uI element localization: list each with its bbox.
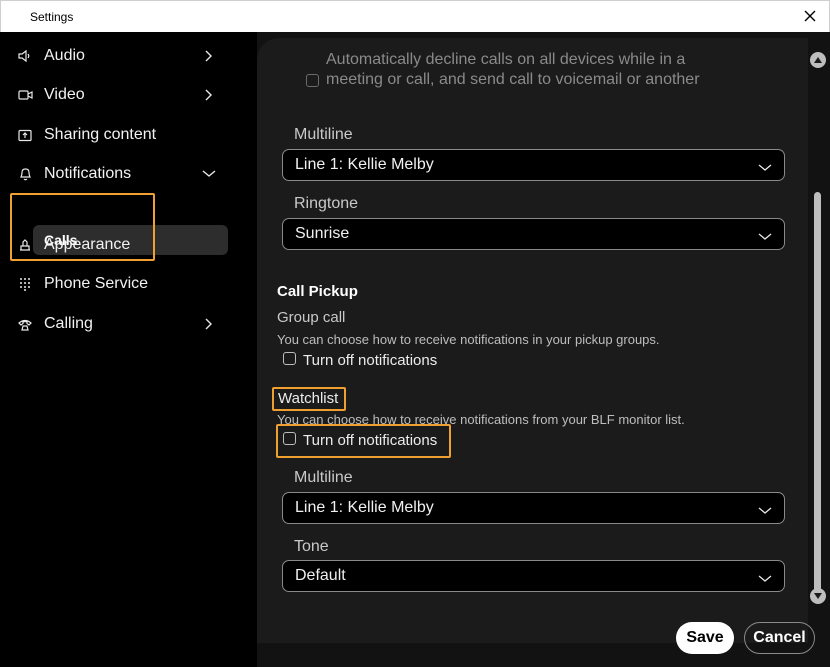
scroll-up-icon[interactable] bbox=[810, 52, 826, 68]
sidebar-item-label: Phone Service bbox=[44, 275, 149, 292]
watchlist-label: Watchlist bbox=[278, 390, 339, 407]
watchlist-multiline-select[interactable]: Line 1: Kellie Melby bbox=[282, 492, 785, 524]
title-bar: Settings bbox=[0, 0, 830, 32]
content-area: Automatically decline calls on all devic… bbox=[257, 32, 830, 667]
sidebar-item-label: Audio bbox=[44, 47, 85, 64]
sidebar-item-video[interactable]: Video bbox=[12, 78, 228, 112]
ringtone-select[interactable]: Sunrise bbox=[282, 218, 785, 250]
group-call-checkbox[interactable] bbox=[283, 352, 296, 365]
watchlist-description: You can choose how to receive notificati… bbox=[277, 412, 685, 427]
chevron-right-icon bbox=[202, 88, 216, 102]
tone-select-value: Default bbox=[295, 567, 346, 584]
chevron-down-icon bbox=[758, 570, 772, 584]
appearance-icon bbox=[17, 237, 33, 253]
sidebar: Audio Video Sharing content Notification… bbox=[0, 32, 257, 667]
scrollbar-thumb[interactable] bbox=[814, 192, 821, 595]
window-title: Settings bbox=[30, 10, 74, 24]
dialpad-icon bbox=[17, 276, 33, 292]
tone-label: Tone bbox=[294, 538, 329, 555]
sidebar-item-label: Appearance bbox=[44, 236, 131, 253]
sidebar-item-audio[interactable]: Audio bbox=[12, 39, 228, 73]
share-screen-icon bbox=[17, 127, 33, 143]
auto-decline-text-line2: meeting or call, and send call to voicem… bbox=[326, 71, 700, 88]
sidebar-item-sharing-content[interactable]: Sharing content bbox=[12, 118, 228, 152]
sidebar-item-label: Calling bbox=[44, 315, 93, 332]
sidebar-item-notifications[interactable]: Notifications bbox=[12, 157, 228, 191]
watchlist-checkbox[interactable] bbox=[283, 432, 296, 445]
sidebar-item-appearance[interactable]: Appearance bbox=[12, 228, 228, 262]
group-call-description: You can choose how to receive notificati… bbox=[277, 332, 660, 347]
multiline-select-value: Line 1: Kellie Melby bbox=[295, 156, 434, 173]
chevron-down-icon bbox=[758, 228, 772, 242]
chevron-down-icon bbox=[758, 502, 772, 516]
group-call-label: Group call bbox=[277, 309, 346, 326]
watchlist-checkbox-label: Turn off notifications bbox=[303, 432, 438, 449]
watchlist-multiline-select-value: Line 1: Kellie Melby bbox=[295, 499, 434, 516]
auto-decline-text-line1: Automatically decline calls on all devic… bbox=[326, 51, 686, 68]
scroll-down-icon[interactable] bbox=[810, 588, 826, 604]
phone-icon bbox=[17, 316, 33, 332]
scrollbar[interactable] bbox=[810, 52, 826, 604]
video-icon bbox=[17, 87, 33, 103]
cancel-button[interactable]: Cancel bbox=[744, 622, 815, 654]
bell-icon bbox=[17, 166, 33, 182]
chevron-down-icon bbox=[758, 159, 772, 173]
save-button[interactable]: Save bbox=[676, 622, 734, 654]
sidebar-item-phone-service[interactable]: Phone Service bbox=[12, 267, 228, 301]
sidebar-item-label: Sharing content bbox=[44, 126, 157, 143]
group-call-checkbox-label: Turn off notifications bbox=[303, 352, 438, 369]
multiline-label: Multiline bbox=[294, 126, 353, 143]
ringtone-label: Ringtone bbox=[294, 195, 359, 212]
chevron-down-icon bbox=[202, 167, 216, 181]
call-pickup-heading: Call Pickup bbox=[277, 283, 358, 300]
close-icon[interactable] bbox=[799, 5, 821, 27]
tone-select[interactable]: Default bbox=[282, 560, 785, 592]
settings-panel: Automatically decline calls on all devic… bbox=[257, 38, 808, 643]
chevron-right-icon bbox=[202, 49, 216, 63]
multiline-select[interactable]: Line 1: Kellie Melby bbox=[282, 149, 785, 181]
chevron-right-icon bbox=[202, 317, 216, 331]
ringtone-select-value: Sunrise bbox=[295, 225, 350, 242]
speaker-icon bbox=[17, 48, 33, 64]
sidebar-item-calling[interactable]: Calling bbox=[12, 307, 228, 341]
watchlist-multiline-label: Multiline bbox=[294, 469, 353, 486]
auto-decline-checkbox[interactable] bbox=[306, 74, 319, 87]
sidebar-item-label: Video bbox=[44, 86, 85, 103]
sidebar-item-label: Notifications bbox=[44, 165, 132, 182]
